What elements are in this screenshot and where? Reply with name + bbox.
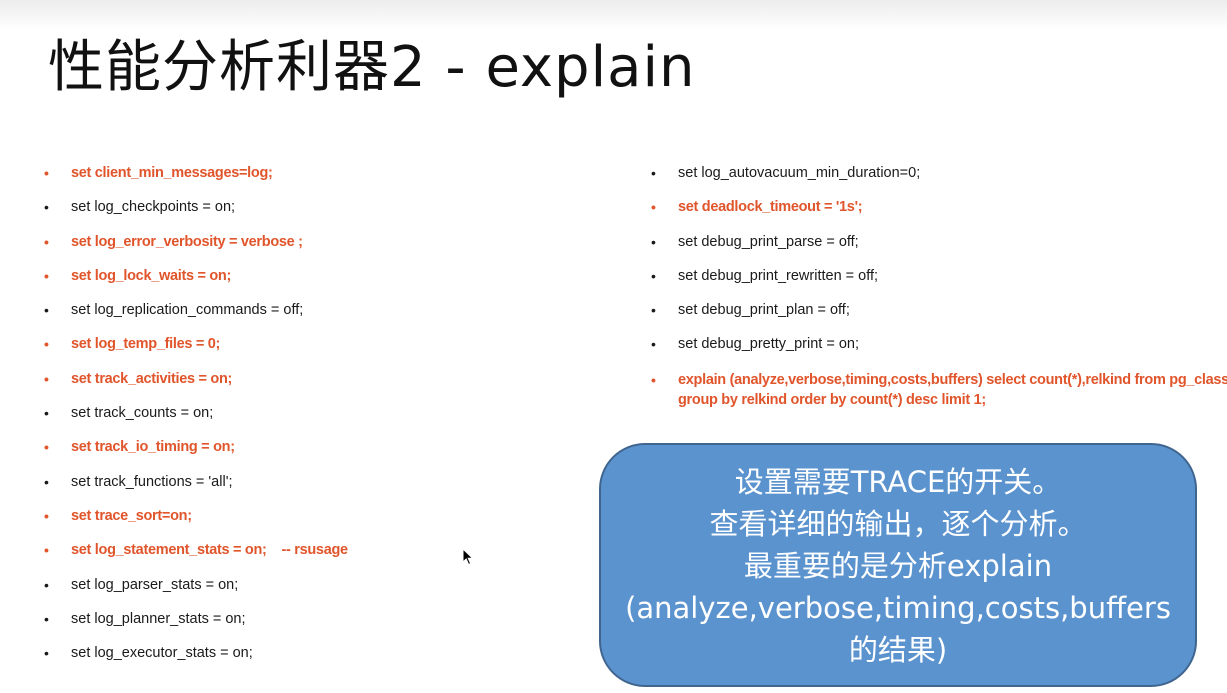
bullet-icon: • [651,302,656,319]
slide-title: 性能分析利器2 - explain [48,35,696,100]
list-item: • set debug_print_plan = off; [651,301,1221,319]
list-item: • set log_executor_stats = on; [44,644,564,662]
setting-text: set debug_print_plan = off; [678,302,850,319]
callout-line: (analyze,verbose,timing,costs,buffers [625,591,1171,625]
left-settings-list: • set client_min_messages=log; • set log_c… [44,164,564,678]
bullet-icon: • [44,542,49,559]
bullet-icon: • [44,336,49,353]
list-item: • set log_checkpoints = on; [44,198,564,216]
bullet-icon: • [651,371,656,388]
callout-line: 的结果) [848,633,948,667]
list-item: • set track_activities = on; [44,370,564,388]
callout-line: 最重要的是分析explain [743,549,1053,583]
setting-text: set log_temp_files = 0; [71,336,221,353]
bullet-icon: • [44,507,49,524]
setting-text: set log_error_verbosity = verbose ; [71,233,303,250]
list-item: • set deadlock_timeout = '1s'; [651,198,1221,216]
bullet-icon: • [651,233,656,250]
list-item: • set log_lock_waits = on; [44,267,564,285]
bullet-icon: • [651,199,656,216]
list-item: • set trace_sort=on; [44,507,564,525]
list-item: • set debug_pretty_print = on; [651,335,1221,353]
bullet-icon: • [44,576,49,593]
bullet-icon: • [651,336,656,353]
setting-text: set log_checkpoints = on; [71,199,236,216]
bullet-icon: • [44,439,49,456]
setting-text: set track_counts = on; [71,405,214,422]
bullet-icon: • [44,165,49,181]
setting-text: set debug_print_parse = off; [678,233,859,250]
setting-text: set log_statement_stats = on; -- rsusage [71,542,348,559]
list-item: • set log_replication_commands = off; [44,301,564,319]
bullet-icon: • [44,645,49,662]
list-item: • set client_min_messages=log; [44,164,564,182]
setting-text: set log_lock_waits = on; [71,267,232,284]
list-item: • set track_io_timing = on; [44,438,564,456]
bullet-icon: • [44,302,49,319]
bullet-icon: • [44,233,49,250]
list-item: • explain (analyze,verbose,timing,costs,b… [651,370,1227,410]
list-item: • set debug_print_rewritten = off; [651,267,1221,285]
setting-text: set debug_pretty_print = on; [678,336,859,353]
bullet-icon: • [44,405,49,422]
callout-line: 设置需要TRACE的开关。 [734,465,1062,499]
setting-text: set trace_sort=on; [71,507,192,524]
list-item: • set debug_print_parse = off; [651,233,1221,251]
bullet-icon: • [44,267,49,284]
list-item: • set log_statement_stats = on; -- rsusag… [44,541,564,559]
setting-text: set deadlock_timeout = '1s'; [678,199,863,216]
bullet-icon: • [44,473,49,490]
bullet-icon: • [44,370,49,387]
list-item: • set log_error_verbosity = verbose ; [44,233,564,251]
bullet-icon: • [44,199,49,216]
list-item: • set log_planner_stats = on; [44,610,564,628]
list-item: • set track_functions = 'all'; [44,473,564,491]
setting-text: set log_parser_stats = on; [71,576,239,593]
bullet-icon: • [44,610,49,627]
list-item: • set track_counts = on; [44,404,564,422]
bullet-icon: • [651,165,656,181]
setting-text: set log_planner_stats = on; [71,610,246,627]
bullet-icon: • [651,267,656,284]
right-settings-list: • set log_autovacuum_min_duration=0; • set… [651,164,1227,426]
setting-text: set track_io_timing = on; [71,439,235,456]
list-item: • set log_parser_stats = on; [44,576,564,594]
list-item: • set log_autovacuum_min_duration=0; [651,164,1221,182]
setting-text: set log_executor_stats = on; [71,645,253,662]
callout-box: 设置需要TRACE的开关。 查看详细的输出，逐个分析。 最重要的是分析expla… [599,443,1197,687]
setting-text: explain (analyze,verbose,timing,costs,bu… [678,371,1227,408]
setting-text: set log_autovacuum_min_duration=0; [678,165,921,181]
setting-text: set log_replication_commands = off; [71,302,304,319]
setting-text: set client_min_messages=log; [71,165,273,181]
list-item: • set log_temp_files = 0; [44,335,564,353]
setting-text: set track_functions = 'all'; [71,473,233,490]
setting-text: set debug_print_rewritten = off; [678,267,879,284]
callout-line: 查看详细的输出，逐个分析。 [709,507,1087,541]
mouse-cursor-icon [462,548,474,566]
setting-text: set track_activities = on; [71,370,233,387]
